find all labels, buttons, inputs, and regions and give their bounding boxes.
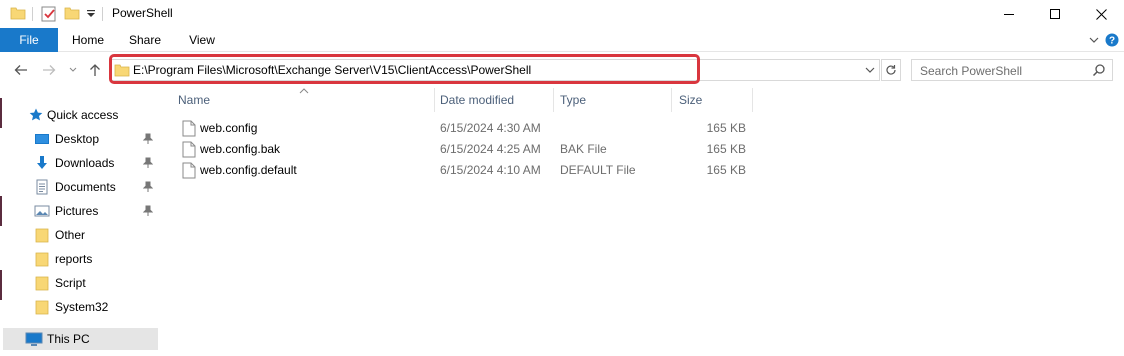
new-folder-icon[interactable] [64, 5, 80, 23]
nav-item-documents[interactable]: Documents [0, 176, 158, 198]
close-button[interactable] [1078, 0, 1124, 28]
file-date: 6/15/2024 4:25 AM [440, 142, 541, 156]
pin-icon[interactable] [142, 133, 154, 145]
column-header-date[interactable]: Date modified [432, 88, 552, 112]
file-list: Name Date modified Type Size web.config … [170, 88, 1124, 356]
properties-icon[interactable] [40, 5, 58, 23]
file-name: web.config [200, 121, 258, 135]
navigation-pane: Quick access Desktop Downloads Documents [0, 90, 160, 356]
search-box[interactable]: Search PowerShell [911, 59, 1113, 81]
pin-icon[interactable] [142, 157, 154, 169]
nav-item-label: Desktop [55, 132, 100, 146]
pictures-icon [34, 203, 50, 219]
file-icon [182, 162, 196, 179]
file-type: DEFAULT File [560, 163, 636, 177]
folder-icon [34, 275, 50, 291]
tab-file[interactable]: File [0, 28, 58, 52]
column-header-type[interactable]: Type [552, 88, 670, 112]
refresh-button[interactable] [881, 59, 901, 81]
nav-item-other[interactable]: Other [0, 224, 158, 246]
nav-item-label: This PC [47, 332, 90, 346]
folder-icon [114, 62, 130, 81]
folder-icon [34, 251, 50, 267]
nav-item-this-pc[interactable]: This PC [3, 328, 158, 350]
documents-icon [34, 179, 50, 195]
svg-text:?: ? [1109, 36, 1115, 47]
nav-item-label: Script [55, 276, 86, 290]
file-name: web.config.bak [200, 142, 281, 156]
recent-locations-icon[interactable] [64, 61, 82, 79]
desktop-icon [34, 131, 50, 147]
file-date: 6/15/2024 4:30 AM [440, 121, 541, 135]
search-icon[interactable] [1092, 63, 1106, 77]
address-bar[interactable]: E:\Program Files\Microsoft\Exchange Serv… [110, 59, 880, 81]
nav-item-label: Quick access [47, 108, 119, 122]
nav-item-quick-access[interactable]: Quick access [0, 104, 158, 126]
back-button[interactable] [12, 61, 30, 79]
computer-icon [25, 331, 43, 347]
address-dropdown-icon[interactable] [861, 60, 879, 80]
minimize-button[interactable] [986, 0, 1032, 28]
nav-item-label: System32 [55, 300, 109, 314]
file-type: BAK File [560, 142, 607, 156]
file-size: 165 KB [706, 142, 746, 156]
nav-item-label: Documents [55, 180, 116, 194]
nav-item-desktop[interactable]: Desktop [0, 128, 158, 150]
nav-item-label: reports [55, 252, 93, 266]
file-row[interactable]: web.config.bak 6/15/2024 4:25 AM BAK Fil… [170, 139, 770, 160]
pin-icon[interactable] [142, 205, 154, 217]
file-date: 6/15/2024 4:10 AM [440, 163, 541, 177]
file-size: 165 KB [706, 121, 746, 135]
folder-icon [34, 299, 50, 315]
up-button[interactable] [86, 61, 104, 79]
search-placeholder[interactable]: Search PowerShell [920, 64, 1022, 78]
window-title: PowerShell [112, 6, 173, 20]
nav-item-downloads[interactable]: Downloads [0, 152, 158, 174]
pin-icon[interactable] [142, 181, 154, 193]
address-path[interactable]: E:\Program Files\Microsoft\Exchange Serv… [133, 63, 531, 77]
file-row[interactable]: web.config 6/15/2024 4:30 AM 165 KB [170, 118, 770, 139]
tab-share[interactable]: Share [118, 28, 172, 52]
tab-home[interactable]: Home [62, 28, 114, 52]
nav-item-pictures[interactable]: Pictures [0, 200, 158, 222]
nav-item-script[interactable]: Script [0, 272, 158, 294]
nav-item-reports[interactable]: reports [0, 248, 158, 270]
folder-icon [34, 227, 50, 243]
column-header-name[interactable]: Name [170, 88, 433, 112]
nav-item-system32[interactable]: System32 [0, 296, 158, 318]
title-bar: PowerShell [0, 0, 1124, 28]
file-icon [182, 141, 196, 158]
expand-ribbon-icon[interactable] [1086, 32, 1102, 48]
file-icon [182, 120, 196, 137]
tab-view[interactable]: View [176, 28, 228, 52]
file-row[interactable]: web.config.default 6/15/2024 4:10 AM DEF… [170, 160, 770, 181]
ribbon-tabs: File Home Share View ? [0, 28, 1124, 52]
folder-icon [10, 5, 26, 23]
star-icon [28, 107, 44, 123]
file-name: web.config.default [200, 163, 297, 177]
download-icon [34, 155, 50, 171]
customize-qat-icon[interactable] [86, 8, 96, 26]
nav-item-label: Other [55, 228, 86, 242]
maximize-button[interactable] [1032, 0, 1078, 28]
nav-item-label: Downloads [55, 156, 115, 170]
column-header-size[interactable]: Size [671, 88, 751, 112]
help-icon[interactable]: ? [1104, 32, 1120, 48]
file-size: 165 KB [706, 163, 746, 177]
navigation-bar: E:\Program Files\Microsoft\Exchange Serv… [0, 53, 1124, 87]
forward-button[interactable] [40, 61, 58, 79]
nav-item-label: Pictures [55, 204, 99, 218]
